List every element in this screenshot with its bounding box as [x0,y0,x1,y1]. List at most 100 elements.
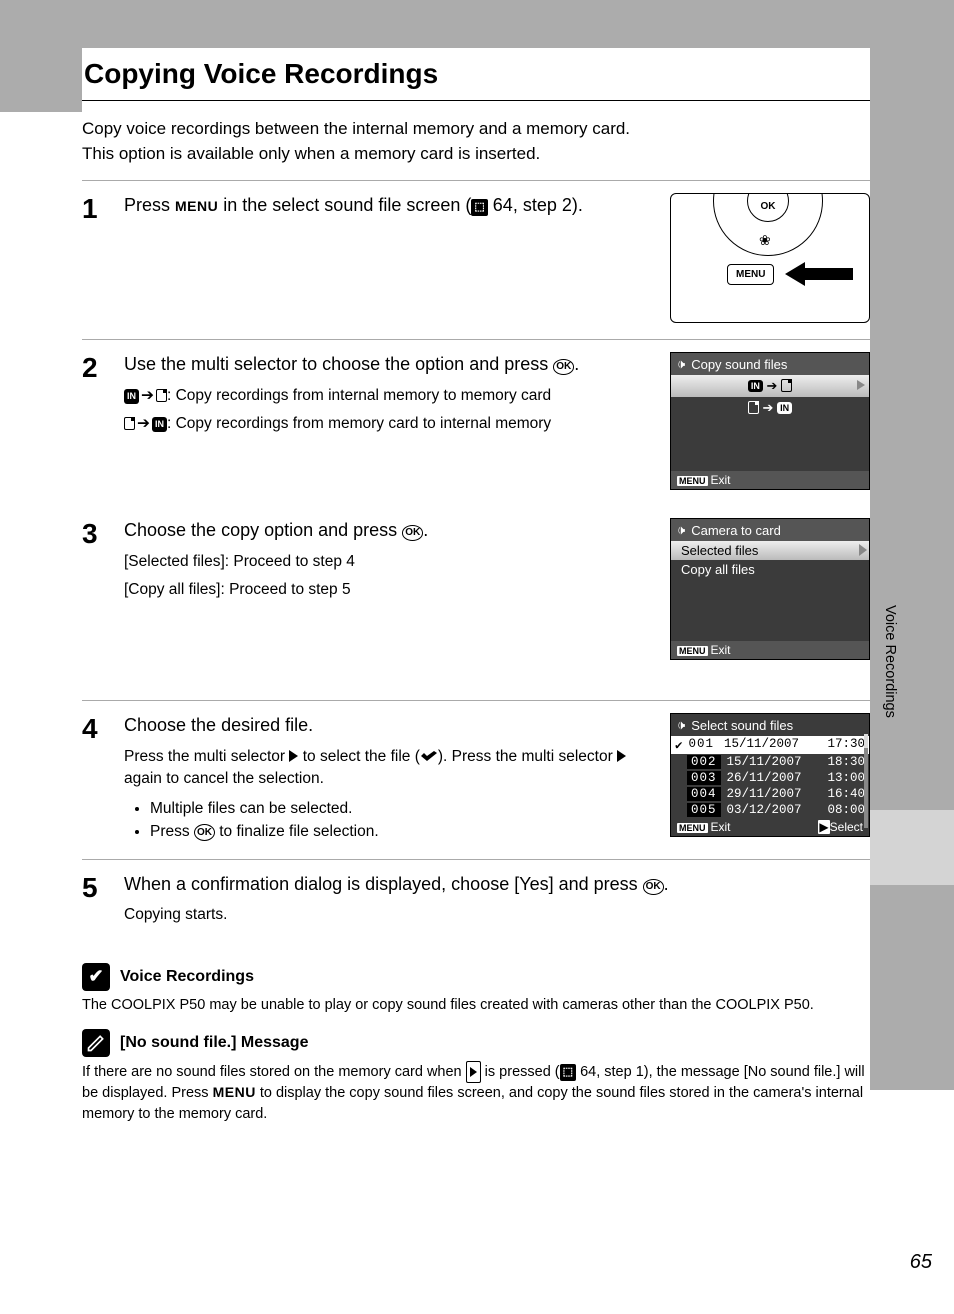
file-number: 001 [685,737,719,753]
t: in the select sound file screen ( [218,195,471,215]
menu-label-icon: MENU [213,1084,256,1100]
book-ref-icon: ⬚ [471,199,487,216]
menu-button-graphic: MENU [727,264,774,285]
lcd-title: Select sound files [691,718,793,733]
lcd-title: Copy sound files [691,357,787,372]
internal-mem-icon: IN [748,380,763,392]
step-sub: Copying starts. [124,904,870,926]
menu-chip-icon: MENU [677,646,708,656]
step-number: 3 [82,520,106,660]
step-4: 4 Choose the desired file. Press the mul… [82,701,870,860]
arrow-right-icon: ➔ [141,385,154,407]
step-2: 2 Use the multi selector to choose the o… [82,340,870,506]
internal-mem-icon: IN [777,402,792,414]
step-number: 1 [82,195,106,323]
lcd-row-copy-all: Copy all files [671,560,869,579]
arrow-right-icon: ➔ [763,400,774,415]
file-date: 15/11/2007 [724,737,799,753]
camera-diagram-slot: OK ❀ MENU [670,193,870,323]
t: : Copy recordings from internal memory t… [167,387,551,404]
lcd-footer: MENUExit ▶Select [671,818,869,836]
t: . [664,874,669,894]
file-time: 13:00 [827,771,865,785]
step-head: When a confirmation dialog is displayed,… [124,872,870,896]
t: Press [124,195,175,215]
scrollbar-thumb [864,734,868,748]
t: ). Press the multi selector [438,748,617,765]
file-time: 16:40 [827,787,865,801]
note-title: [No sound file.] Message [120,1034,308,1052]
internal-mem-icon: IN [152,417,167,432]
lcd-spacer [671,579,869,641]
content: Copying Voice Recordings Copy voice reco… [82,48,870,1124]
t: When a confirmation dialog is displayed,… [124,874,643,894]
card-icon [781,379,792,392]
list-item: Multiple files can be selected. [150,797,652,820]
file-time: 08:00 [827,803,865,817]
step-sub: IN➔: Copy recordings from internal memor… [124,385,652,436]
lcd-slot: 🕩Select sound files ✔00115/11/200717:300… [670,713,870,843]
lcd-header: 🕩Copy sound files [671,353,869,375]
step-number: 5 [82,874,106,933]
lcd-slot: 🕩Camera to card Selected files Copy all … [670,518,870,660]
menu-chip-icon: MENU [677,823,708,833]
press-arrow-icon [785,260,855,288]
t: . [574,354,579,374]
step-head: Press MENU in the select sound file scre… [124,193,652,217]
t: Choose the copy option and press [124,520,402,540]
step-head: Choose the desired file. [124,713,652,737]
arrow-right-icon: ➔ [767,378,778,393]
file-row: 00326/11/200713:00 [671,770,869,786]
t: : Copy recordings from memory card to in… [167,415,551,432]
checkmark-icon [420,750,438,762]
lcd-footer: MENUExit [671,471,869,489]
playback-button-icon [466,1061,481,1083]
file-date: 26/11/2007 [727,771,802,785]
side-section-label: Voice Recordings [882,605,898,718]
internal-mem-icon: IN [124,389,139,404]
t: 64, step 2). [488,195,583,215]
step-number: 4 [82,715,106,843]
step-sub: Press the multi selector to select the f… [124,746,652,843]
file-time: 18:30 [827,755,865,769]
step-body: Press MENU in the select sound file scre… [124,193,652,323]
checkmark-icon: ✔ [675,737,683,753]
side-tab [870,810,954,885]
intro-text: Copy voice recordings between the intern… [82,117,870,181]
file-number: 002 [687,755,721,769]
t: to select the file ( [298,748,419,765]
lcd-copy-sound-files: 🕩Copy sound files IN ➔ ➔ IN MENUExit [670,352,870,490]
exit-label: Exit [711,473,731,487]
menu-chip-icon: MENU [677,476,708,486]
step-head: Use the multi selector to choose the opt… [124,352,652,376]
ok-icon: OK [643,879,664,895]
manual-page: Voice Recordings 65 Copying Voice Record… [0,0,954,1314]
lcd-option-in-to-card: IN ➔ [671,375,869,397]
step-sub: [Selected files]: Proceed to step 4 [Cop… [124,551,652,602]
lcd-header: 🕩Select sound files [671,714,869,736]
note-title: Voice Recordings [120,968,254,986]
step-body: When a confirmation dialog is displayed,… [124,872,870,933]
sub-line: Copying starts. [124,904,870,926]
check-note-icon: ✔ [82,963,110,991]
list-item: Press OK to finalize file selection. [150,820,652,843]
sub-line: [Copy all files]: Proceed to step 5 [124,579,652,601]
lcd-header: 🕩Camera to card [671,519,869,541]
book-ref-icon: ⬚ [560,1064,576,1081]
file-number: 004 [687,787,721,801]
page-number: 65 [910,1251,932,1274]
sub-line: [Selected files]: Proceed to step 4 [124,551,652,573]
intro-line1: Copy voice recordings between the intern… [82,119,630,138]
card-icon [748,401,759,414]
t: If there are no sound files stored on th… [82,1064,466,1080]
note-no-sound-file: [No sound file.] Message [82,1029,870,1057]
menu-label-icon: MENU [175,198,218,214]
lcd-camera-to-card: 🕩Camera to card Selected files Copy all … [670,518,870,660]
file-row: 00503/12/200708:00 [671,802,869,818]
step-5: 5 When a confirmation dialog is displaye… [82,860,870,949]
lcd-select-sound-files: 🕩Select sound files ✔00115/11/200717:300… [670,713,870,837]
lcd-slot: 🕩Copy sound files IN ➔ ➔ IN MENUExit [670,352,870,490]
macro-icon: ❀ [759,232,771,249]
camera-diagram: OK ❀ MENU [670,193,870,323]
scrollbar [864,734,868,828]
